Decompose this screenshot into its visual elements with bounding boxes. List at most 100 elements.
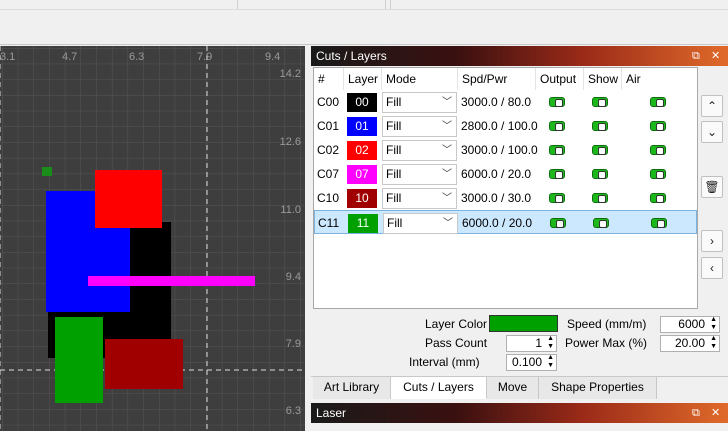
layer-swatch[interactable]: 02 (347, 141, 377, 160)
spin-arrows-icon[interactable]: ▲ ▼ (710, 335, 717, 351)
mode-dropdown[interactable]: Fill ﹀ (382, 140, 457, 161)
output-toggle[interactable] (549, 145, 565, 155)
spin-arrows-icon[interactable]: ▲ ▼ (547, 335, 554, 351)
layer-color-swatch[interactable] (489, 315, 558, 332)
speed-power: 6000.0 / 20.0 (461, 167, 532, 181)
power-max-label: Power Max (%) (565, 336, 648, 350)
power-max-spinbox[interactable]: 20.00 ▲ ▼ (660, 335, 720, 352)
mode-dropdown[interactable]: Fill ﹀ (382, 92, 457, 113)
close-icon[interactable]: ✕ (711, 46, 720, 66)
output-toggle[interactable] (549, 97, 565, 107)
shape-small-green[interactable] (42, 167, 52, 176)
cut-row[interactable]: C10 10 Fill ﹀ 3000.0 / 30.0 (314, 186, 697, 210)
air-toggle[interactable] (650, 193, 666, 203)
chevron-right-icon[interactable]: › (701, 230, 723, 252)
ruler-right-label: 12.6 (279, 136, 301, 148)
chevron-down-icon: ﹀ (442, 193, 452, 204)
cuts-panel-title: Cuts / Layers (316, 49, 387, 63)
laser-panel-titlebar: Laser ⧉ ✕ (311, 403, 728, 423)
air-toggle[interactable] (650, 121, 666, 131)
mode-value: Fill (386, 167, 402, 181)
mode-dropdown[interactable]: Fill ﹀ (382, 188, 457, 209)
shape-magenta-bar[interactable] (88, 276, 255, 286)
show-toggle[interactable] (593, 218, 609, 228)
layer-swatch[interactable]: 10 (347, 189, 377, 208)
col-header-show[interactable]: Show (584, 68, 622, 90)
dock-tabs: Art Library Cuts / Layers Move Shape Pro… (311, 376, 728, 399)
tab-cuts-layers[interactable]: Cuts / Layers (391, 377, 487, 399)
ruler-top-label: 7.9 (197, 51, 213, 63)
air-toggle[interactable] (650, 97, 666, 107)
chevron-down-icon: ﹀ (442, 97, 452, 108)
interval-spinbox[interactable]: 0.100 ▲ ▼ (506, 354, 557, 371)
output-toggle[interactable] (549, 169, 565, 179)
col-header-spdpwr[interactable]: Spd/Pwr (458, 68, 536, 90)
speed-value: 6000 (678, 317, 705, 331)
speed-spinbox[interactable]: 6000 ▲ ▼ (660, 316, 720, 333)
close-icon[interactable]: ✕ (711, 403, 720, 423)
layer-swatch[interactable]: 01 (347, 117, 377, 136)
layer-swatch[interactable]: 00 (347, 93, 377, 112)
tab-move[interactable]: Move (487, 377, 539, 399)
cut-id: C00 (317, 95, 340, 109)
pass-count-spinbox[interactable]: 1 ▲ ▼ (506, 335, 557, 352)
col-header-output[interactable]: Output (536, 68, 584, 90)
mode-dropdown[interactable]: Fill ﹀ (383, 213, 458, 234)
speed-power: 6000.0 / 20.0 (462, 216, 533, 230)
col-header-num[interactable]: # (314, 68, 344, 90)
cut-row[interactable]: C02 02 Fill ﹀ 3000.0 / 100.0 (314, 138, 697, 162)
air-toggle[interactable] (651, 218, 667, 228)
tab-art-library[interactable]: Art Library (313, 377, 391, 399)
col-header-air[interactable]: Air (622, 68, 697, 90)
show-toggle[interactable] (592, 97, 608, 107)
output-toggle[interactable] (549, 121, 565, 131)
col-header-mode[interactable]: Mode (382, 68, 458, 90)
output-toggle[interactable] (550, 218, 566, 228)
toolbar (0, 10, 728, 45)
cut-id: C10 (317, 191, 340, 205)
cut-row[interactable]: C11 11 Fill ﹀ 6000.0 / 20.0 (314, 210, 697, 234)
cut-id: C01 (317, 119, 340, 133)
separator (237, 0, 238, 9)
show-toggle[interactable] (592, 121, 608, 131)
interval-label: Interval (mm) (409, 355, 480, 369)
show-toggle[interactable] (592, 193, 608, 203)
delete-icon[interactable]: 🗑 (701, 176, 723, 198)
air-toggle[interactable] (650, 145, 666, 155)
mode-dropdown[interactable]: Fill ﹀ (382, 116, 457, 137)
move-up-button[interactable]: ⌃ (701, 95, 723, 117)
chevron-down-icon: ﹀ (442, 169, 452, 180)
ruler-top-label: 9.4 (265, 51, 281, 63)
float-icon[interactable]: ⧉ (692, 46, 700, 66)
show-toggle[interactable] (592, 169, 608, 179)
cut-row[interactable]: C07 07 Fill ﹀ 6000.0 / 20.0 (314, 162, 697, 186)
power-max-value: 20.00 (674, 336, 705, 350)
shape-darkred-rect[interactable] (105, 339, 183, 389)
pass-count-value: 1 (535, 336, 542, 350)
cut-row[interactable]: C00 00 Fill ﹀ 3000.0 / 80.0 (314, 90, 697, 114)
interval-value: 0.100 (511, 355, 542, 369)
layer-swatch[interactable]: 11 (348, 214, 378, 233)
shape-green-rect[interactable] (55, 317, 103, 403)
mode-dropdown[interactable]: Fill ﹀ (382, 164, 457, 185)
output-toggle[interactable] (549, 193, 565, 203)
cut-row[interactable]: C01 01 Fill ﹀ 2800.0 / 100.0 (314, 114, 697, 138)
mode-value: Fill (387, 216, 403, 230)
speed-power: 2800.0 / 100.0 (461, 119, 538, 133)
ruler-right-label: 6.3 (285, 405, 301, 417)
spin-arrows-icon[interactable]: ▲ ▼ (547, 354, 554, 370)
mode-value: Fill (386, 143, 402, 157)
cut-id: C07 (317, 167, 340, 181)
shape-red-rect[interactable] (95, 170, 162, 228)
air-toggle[interactable] (650, 169, 666, 179)
move-down-button[interactable]: ⌄ (701, 121, 723, 143)
col-header-layer[interactable]: Layer (344, 68, 382, 90)
design-canvas[interactable]: 3.1 4.7 6.3 7.9 9.4 14.2 12.6 11.0 9.4 7… (0, 46, 305, 431)
mode-value: Fill (386, 191, 402, 205)
spin-arrows-icon[interactable]: ▲ ▼ (710, 316, 717, 332)
layer-swatch[interactable]: 07 (347, 165, 377, 184)
show-toggle[interactable] (592, 145, 608, 155)
chevron-left-icon[interactable]: ‹ (701, 257, 723, 279)
float-icon[interactable]: ⧉ (692, 403, 700, 423)
tab-shape-properties[interactable]: Shape Properties (539, 377, 657, 399)
